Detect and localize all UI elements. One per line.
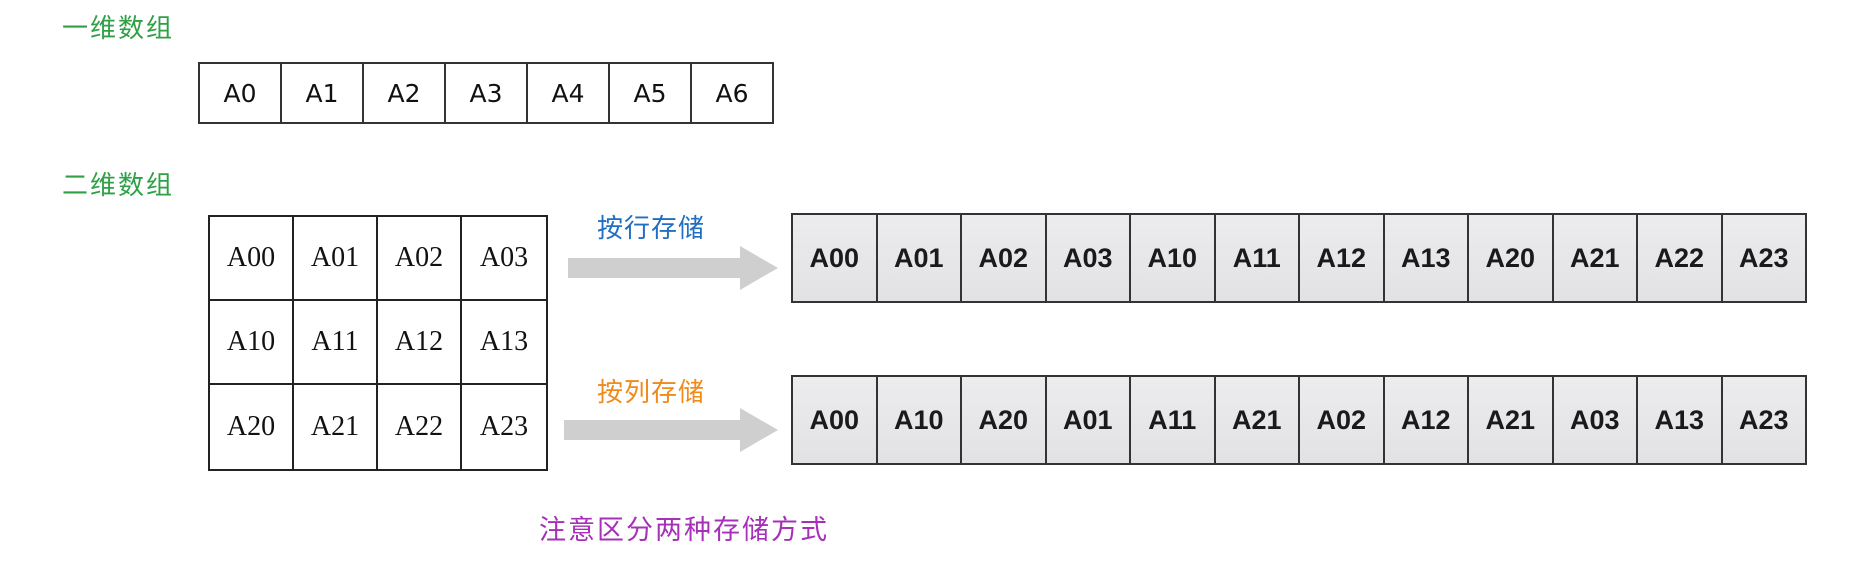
column-major-label: 按列存储 [597, 378, 706, 408]
storage-cell: A23 [1722, 215, 1807, 301]
matrix-cell: A21 [294, 385, 378, 469]
storage-cell: A11 [1131, 377, 1216, 463]
storage-cell: A12 [1384, 377, 1469, 463]
storage-cell: A21 [1553, 215, 1638, 301]
matrix-cell: A22 [378, 385, 462, 469]
matrix-cell: A13 [462, 301, 546, 385]
storage-cell: A02 [962, 215, 1047, 301]
storage-cell: A21 [1469, 377, 1554, 463]
matrix-cell: A03 [462, 217, 546, 301]
matrix-2d: A00 A01 A02 A03 A10 A11 A12 A13 A20 A21 … [208, 215, 548, 471]
right-arrow-icon [564, 408, 778, 452]
storage-cell: A00 [793, 377, 878, 463]
storage-cell: A23 [1722, 377, 1807, 463]
storage-cell: A10 [877, 377, 962, 463]
storage-cell: A03 [1553, 377, 1638, 463]
array-1d-cell: A1 [282, 64, 364, 122]
array-1d-cell: A6 [692, 64, 774, 122]
matrix-cell: A10 [210, 301, 294, 385]
storage-cell: A10 [1131, 215, 1216, 301]
storage-cell: A01 [1046, 377, 1131, 463]
array-1d-cell: A0 [200, 64, 282, 122]
storage-cell: A03 [1046, 215, 1131, 301]
matrix-cell: A01 [294, 217, 378, 301]
row-major-storage: A00 A01 A02 A03 A10 A11 A12 A13 A20 A21 … [791, 213, 1807, 303]
array-1d-cell: A2 [364, 64, 446, 122]
matrix-cell: A23 [479, 411, 529, 442]
array-1d-cell: A4 [528, 64, 610, 122]
matrix-cell: A12 [378, 301, 462, 385]
storage-cell: A20 [1469, 215, 1554, 301]
right-arrow-icon [568, 246, 778, 290]
matrix-cell: A02 [378, 217, 462, 301]
heading-1d-array: 一维数组 [62, 14, 175, 44]
array-1d-cell: A5 [610, 64, 692, 122]
storage-cell: A13 [1638, 377, 1723, 463]
storage-cell: A01 [877, 215, 962, 301]
storage-cell: A02 [1300, 377, 1385, 463]
storage-cell: A11 [1215, 215, 1300, 301]
note-text: 注意区分两种存储方式 [539, 515, 829, 546]
storage-cell: A21 [1215, 377, 1300, 463]
column-major-storage: A00 A10 A20 A01 A11 A21 A02 A12 A21 A03 … [791, 375, 1807, 465]
storage-cell: A12 [1300, 215, 1385, 301]
storage-cell: A20 [962, 377, 1047, 463]
storage-cell: A22 [1638, 215, 1723, 301]
array-1d-cell: A3 [446, 64, 528, 122]
matrix-cell: A20 [210, 385, 294, 469]
matrix-cell: A00 [210, 217, 294, 301]
row-major-label: 按行存储 [597, 214, 706, 244]
storage-cell: A13 [1384, 215, 1469, 301]
array-1d: A0 A1 A2 A3 A4 A5 A6 [198, 62, 774, 124]
heading-2d-array: 二维数组 [62, 171, 175, 201]
storage-cell: A00 [793, 215, 878, 301]
matrix-cell: A11 [294, 301, 378, 385]
